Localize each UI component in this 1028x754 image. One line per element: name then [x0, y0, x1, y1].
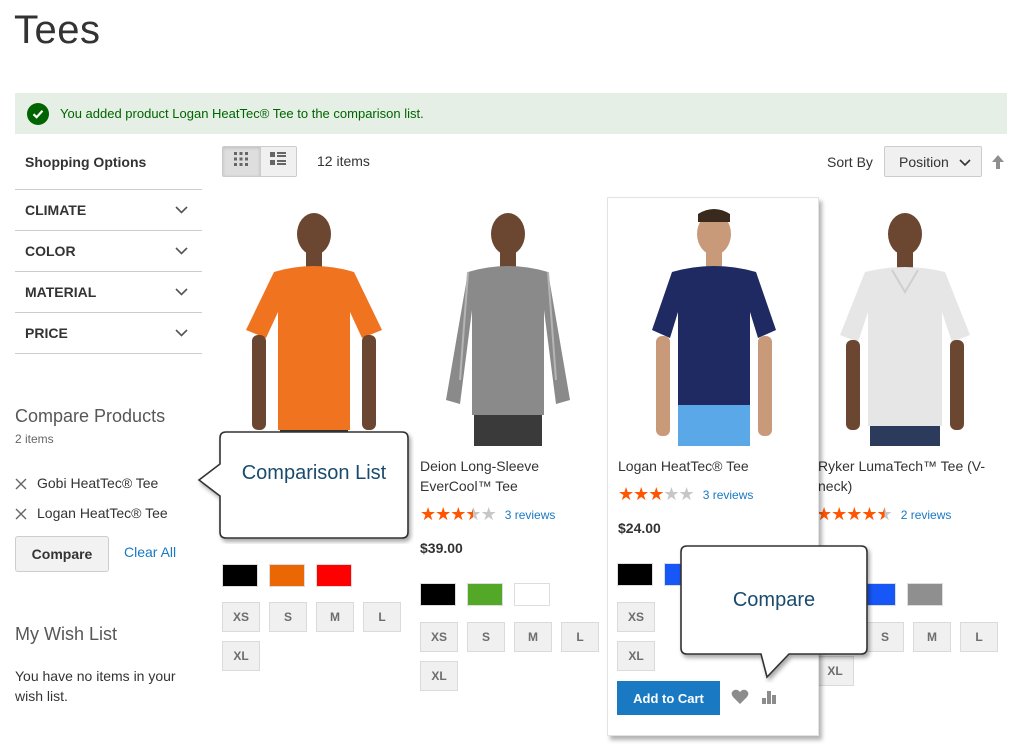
star-rating-icon: ★★★★★ — [420, 504, 497, 524]
chevron-down-icon — [174, 203, 188, 217]
filter-label: CLIMATE — [25, 202, 87, 218]
arrow-up-icon — [990, 155, 1006, 174]
compare-button[interactable]: Compare — [15, 536, 109, 572]
sort-by-label: Sort By — [827, 154, 873, 170]
size-option[interactable]: M — [316, 602, 354, 632]
grid-view-button[interactable] — [223, 147, 260, 176]
filter-color[interactable]: COLOR — [15, 231, 202, 272]
filter-price[interactable]: PRICE — [15, 313, 202, 354]
product-price: $39.00 — [420, 540, 463, 556]
remove-icon[interactable] — [15, 507, 27, 520]
filter-label: COLOR — [25, 243, 76, 259]
size-swatches: XS XL — [617, 602, 677, 680]
size-swatches: S M L — [866, 622, 1016, 661]
product-name[interactable]: Logan HeatTec® Tee — [618, 456, 798, 476]
compare-callout-text: Compare — [732, 589, 816, 611]
compare-icon[interactable] — [761, 689, 779, 707]
reviews-link[interactable]: 3 reviews — [703, 488, 754, 502]
chevron-down-icon — [174, 326, 188, 340]
product-price: $24.00 — [618, 520, 661, 536]
comparison-list-callout — [197, 431, 409, 539]
color-swatch[interactable] — [222, 564, 258, 587]
compare-list: Gobi HeatTec® Tee Logan HeatTec® Tee — [15, 468, 215, 528]
color-swatches — [222, 564, 363, 587]
size-option[interactable]: L — [960, 622, 998, 652]
compare-list-item: Logan HeatTec® Tee — [15, 498, 215, 528]
compare-item-name[interactable]: Logan HeatTec® Tee — [37, 505, 168, 521]
compare-callout — [680, 545, 868, 679]
checkmark-icon — [27, 102, 49, 125]
color-swatch[interactable] — [269, 564, 305, 587]
filter-label: MATERIAL — [25, 284, 97, 300]
product-image[interactable] — [618, 200, 808, 446]
size-option[interactable]: XS — [420, 622, 458, 652]
chevron-down-icon — [174, 285, 188, 299]
color-swatch[interactable] — [316, 564, 352, 587]
size-option[interactable]: M — [514, 622, 552, 652]
product-name-line: neck) — [818, 478, 853, 494]
success-message-text: You added product Logan HeatTec® Tee to … — [60, 106, 424, 121]
color-swatches — [420, 583, 561, 606]
chevron-down-icon — [959, 154, 971, 170]
filter-list: CLIMATE COLOR MATERIAL PRICE — [15, 189, 202, 354]
product-rating: ★★★★★ 3 reviews — [618, 485, 753, 505]
size-option[interactable]: XS — [222, 602, 260, 632]
product-rating: ★★★★★ 2 reviews — [816, 505, 951, 525]
color-swatch[interactable] — [467, 583, 503, 606]
product-image[interactable] — [222, 200, 402, 446]
shopping-options-title: Shopping Options — [25, 154, 147, 170]
sort-by-value: Position — [899, 153, 949, 170]
size-option[interactable]: S — [269, 602, 307, 632]
color-swatch[interactable] — [907, 583, 943, 606]
size-option[interactable]: L — [561, 622, 599, 652]
remove-icon[interactable] — [15, 477, 27, 490]
size-option[interactable]: M — [913, 622, 951, 652]
product-rating: ★★★★★ 3 reviews — [420, 505, 555, 525]
compare-products-title: Compare Products — [15, 406, 166, 426]
list-view-button[interactable] — [259, 147, 296, 176]
size-option[interactable]: XL — [222, 641, 260, 671]
compare-list-item: Gobi HeatTec® Tee — [15, 468, 215, 498]
sort-direction-button[interactable] — [990, 154, 1006, 170]
product-name-line: Ryker LumaTech™ Tee (V- — [818, 458, 986, 474]
size-option[interactable]: L — [363, 602, 401, 632]
star-rating-icon: ★★★★★ — [618, 484, 695, 504]
product-name[interactable]: Ryker LumaTech™ Tee (V- neck) — [818, 456, 998, 496]
items-count: 12 items — [317, 153, 370, 169]
reviews-link[interactable]: 3 reviews — [505, 508, 556, 522]
compare-count: 2 items — [15, 432, 54, 446]
star-rating-icon: ★★★★★ — [816, 504, 893, 524]
color-swatches — [860, 583, 954, 606]
filter-material[interactable]: MATERIAL — [15, 272, 202, 313]
size-option[interactable]: XL — [420, 661, 458, 691]
size-option[interactable]: XL — [617, 641, 655, 671]
success-message: You added product Logan HeatTec® Tee to … — [15, 93, 1007, 134]
list-icon — [270, 152, 287, 171]
size-swatches: XS S M L XL — [222, 602, 422, 680]
product-image[interactable] — [420, 200, 600, 446]
add-to-cart-button[interactable]: Add to Cart — [617, 681, 720, 715]
filter-climate[interactable]: CLIMATE — [15, 190, 202, 231]
size-option[interactable]: S — [467, 622, 505, 652]
reviews-link[interactable]: 2 reviews — [901, 508, 952, 522]
heart-icon[interactable] — [731, 689, 749, 707]
color-swatch[interactable] — [420, 583, 456, 606]
color-swatch[interactable] — [514, 583, 550, 606]
view-mode-switcher — [222, 146, 297, 177]
page-title: Tees — [14, 8, 101, 52]
size-option[interactable]: XS — [617, 602, 655, 632]
size-swatches: XS S M L XL — [420, 622, 620, 700]
product-image[interactable] — [820, 200, 990, 446]
wish-list-empty-text: You have no items in your wish list. — [15, 668, 176, 704]
wish-list-title: My Wish List — [15, 624, 118, 644]
clear-all-link[interactable]: Clear All — [124, 544, 176, 560]
compare-item-name[interactable]: Gobi HeatTec® Tee — [37, 475, 158, 491]
chevron-down-icon — [174, 244, 188, 258]
filter-label: PRICE — [25, 325, 68, 341]
color-swatch[interactable] — [617, 563, 653, 586]
comparison-list-callout-text: Comparison List — [241, 462, 387, 484]
sort-by-select[interactable]: Position — [884, 146, 982, 177]
grid-icon — [234, 152, 249, 171]
product-name[interactable]: Deion Long-Sleeve EverCool™ Tee — [420, 456, 600, 496]
